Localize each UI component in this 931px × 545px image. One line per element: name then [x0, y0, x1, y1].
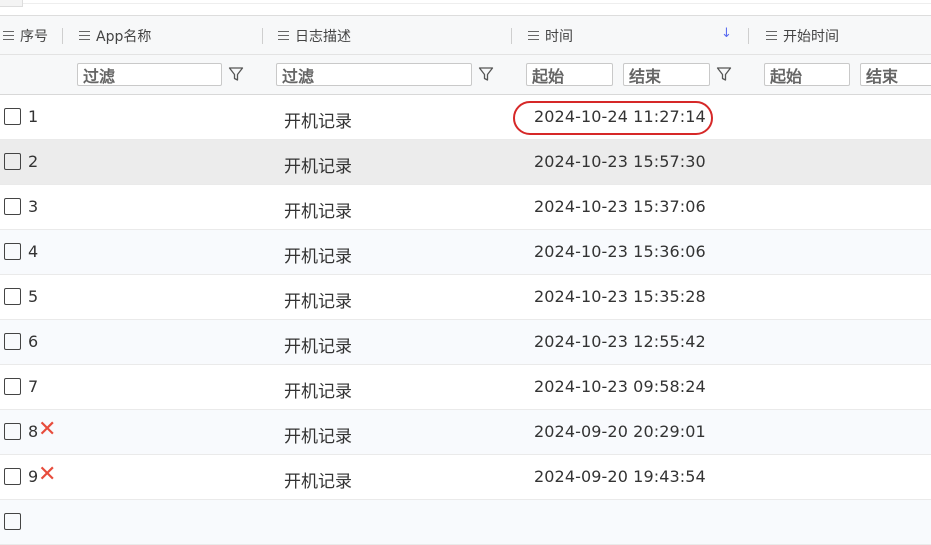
column-label: App名称 [96, 28, 152, 45]
column-divider[interactable] [262, 28, 263, 44]
row-index: 4 [28, 242, 39, 261]
row-description: 开机记录 [284, 337, 352, 357]
row-checkbox[interactable] [4, 423, 21, 440]
row-checkbox[interactable] [4, 288, 21, 305]
table-row[interactable]: 8 ✕ 开机记录 2024-09-20 20:29:01 [0, 410, 931, 455]
filter-funnel-icon[interactable] [228, 66, 244, 82]
row-description: 开机记录 [284, 427, 352, 447]
table-row[interactable]: 2 开机记录 2024-10-23 15:57:30 [0, 140, 931, 185]
row-description: 开机记录 [284, 247, 352, 267]
filter-placeholder: 结束 [866, 66, 899, 86]
row-index: 7 [28, 377, 39, 396]
row-checkbox[interactable] [4, 108, 21, 125]
column-divider[interactable] [62, 28, 63, 44]
table-row[interactable] [0, 500, 931, 545]
start-time-start-filter-input[interactable]: 起始 [764, 63, 850, 86]
start-time-end-filter-input[interactable]: 结束 [860, 63, 931, 86]
column-divider[interactable] [511, 28, 512, 44]
row-checkbox[interactable] [4, 333, 21, 350]
row-time: 2024-10-23 15:36:06 [534, 242, 706, 261]
app-name-filter-input[interactable]: 过滤 [77, 63, 222, 86]
table-row[interactable]: 5 开机记录 2024-10-23 15:35:28 [0, 275, 931, 320]
filter-placeholder: 过滤 [282, 66, 315, 86]
row-description: 开机记录 [284, 157, 352, 177]
column-header-log-description[interactable]: 日志描述 [278, 16, 351, 55]
row-time: 2024-10-23 15:57:30 [534, 152, 706, 171]
column-menu-icon[interactable] [79, 31, 90, 40]
row-description: 开机记录 [284, 382, 352, 402]
log-description-filter-input[interactable]: 过滤 [276, 63, 472, 86]
row-checkbox[interactable] [4, 468, 21, 485]
row-time: 2024-09-20 20:29:01 [534, 422, 706, 441]
toolbar-divider [0, 3, 931, 4]
row-time: 2024-10-23 12:55:42 [534, 332, 706, 351]
row-index: 6 [28, 332, 39, 351]
row-time: 2024-09-20 19:43:54 [534, 467, 706, 486]
column-label: 时间 [545, 28, 573, 45]
row-description: 开机记录 [284, 112, 352, 132]
row-checkbox[interactable] [4, 513, 21, 530]
column-label: 序号 [20, 28, 48, 45]
table-row[interactable]: 6 开机记录 2024-10-23 12:55:42 [0, 320, 931, 365]
filter-placeholder: 起始 [532, 66, 565, 86]
error-x-icon: ✕ [38, 462, 57, 487]
row-index: 5 [28, 287, 39, 306]
column-menu-icon[interactable] [528, 31, 539, 40]
log-grid: 序号 App名称 日志描述 时间 ↓ 开始时间 过滤 过滤 起始 结束 起始 结… [0, 15, 931, 545]
row-index: 2 [28, 152, 39, 171]
table-row[interactable]: 7 开机记录 2024-10-23 09:58:24 [0, 365, 931, 410]
row-description: 开机记录 [284, 202, 352, 222]
row-checkbox[interactable] [4, 153, 21, 170]
column-header-start-time[interactable]: 开始时间 [766, 16, 839, 55]
table-row[interactable]: 9 ✕ 开机记录 2024-09-20 19:43:54 [0, 455, 931, 500]
table-row[interactable]: 3 开机记录 2024-10-23 15:37:06 [0, 185, 931, 230]
column-label: 日志描述 [295, 28, 351, 45]
row-time: 2024-10-23 15:37:06 [534, 197, 706, 216]
row-description: 开机记录 [284, 472, 352, 492]
row-checkbox[interactable] [4, 198, 21, 215]
row-time: 2024-10-24 11:27:14 [534, 107, 706, 126]
time-end-filter-input[interactable]: 结束 [623, 63, 710, 86]
row-index: 8 [28, 422, 39, 441]
table-row[interactable]: 1 开机记录 2024-10-24 11:27:14 [0, 95, 931, 140]
filter-placeholder: 起始 [770, 66, 803, 86]
row-checkbox[interactable] [4, 243, 21, 260]
column-header-index[interactable]: 序号 [3, 16, 48, 55]
filter-placeholder: 结束 [629, 66, 662, 86]
sort-descending-icon[interactable]: ↓ [721, 26, 732, 41]
column-header-app-name[interactable]: App名称 [79, 16, 151, 55]
filter-funnel-icon[interactable] [716, 66, 732, 82]
grid-header: 序号 App名称 日志描述 时间 ↓ 开始时间 [0, 15, 931, 55]
row-index: 9 [28, 467, 39, 486]
top-toolbar-strip [0, 0, 931, 15]
error-x-icon: ✕ [38, 417, 57, 442]
filter-row: 过滤 过滤 起始 结束 起始 结束 [0, 55, 931, 95]
row-index: 3 [28, 197, 39, 216]
column-label: 开始时间 [783, 28, 839, 45]
filter-placeholder: 过滤 [83, 66, 116, 86]
row-time: 2024-10-23 09:58:24 [534, 377, 706, 396]
column-menu-icon[interactable] [3, 31, 14, 40]
row-checkbox[interactable] [4, 378, 21, 395]
column-menu-icon[interactable] [766, 31, 777, 40]
column-header-time[interactable]: 时间 [528, 16, 573, 55]
filter-funnel-icon[interactable] [478, 66, 494, 82]
time-start-filter-input[interactable]: 起始 [526, 63, 613, 86]
row-index: 1 [28, 107, 39, 126]
toolbar-tab-edge [0, 0, 23, 7]
row-description: 开机记录 [284, 292, 352, 312]
row-time: 2024-10-23 15:35:28 [534, 287, 706, 306]
column-menu-icon[interactable] [278, 31, 289, 40]
table-row[interactable]: 4 开机记录 2024-10-23 15:36:06 [0, 230, 931, 275]
column-divider[interactable] [748, 28, 749, 44]
